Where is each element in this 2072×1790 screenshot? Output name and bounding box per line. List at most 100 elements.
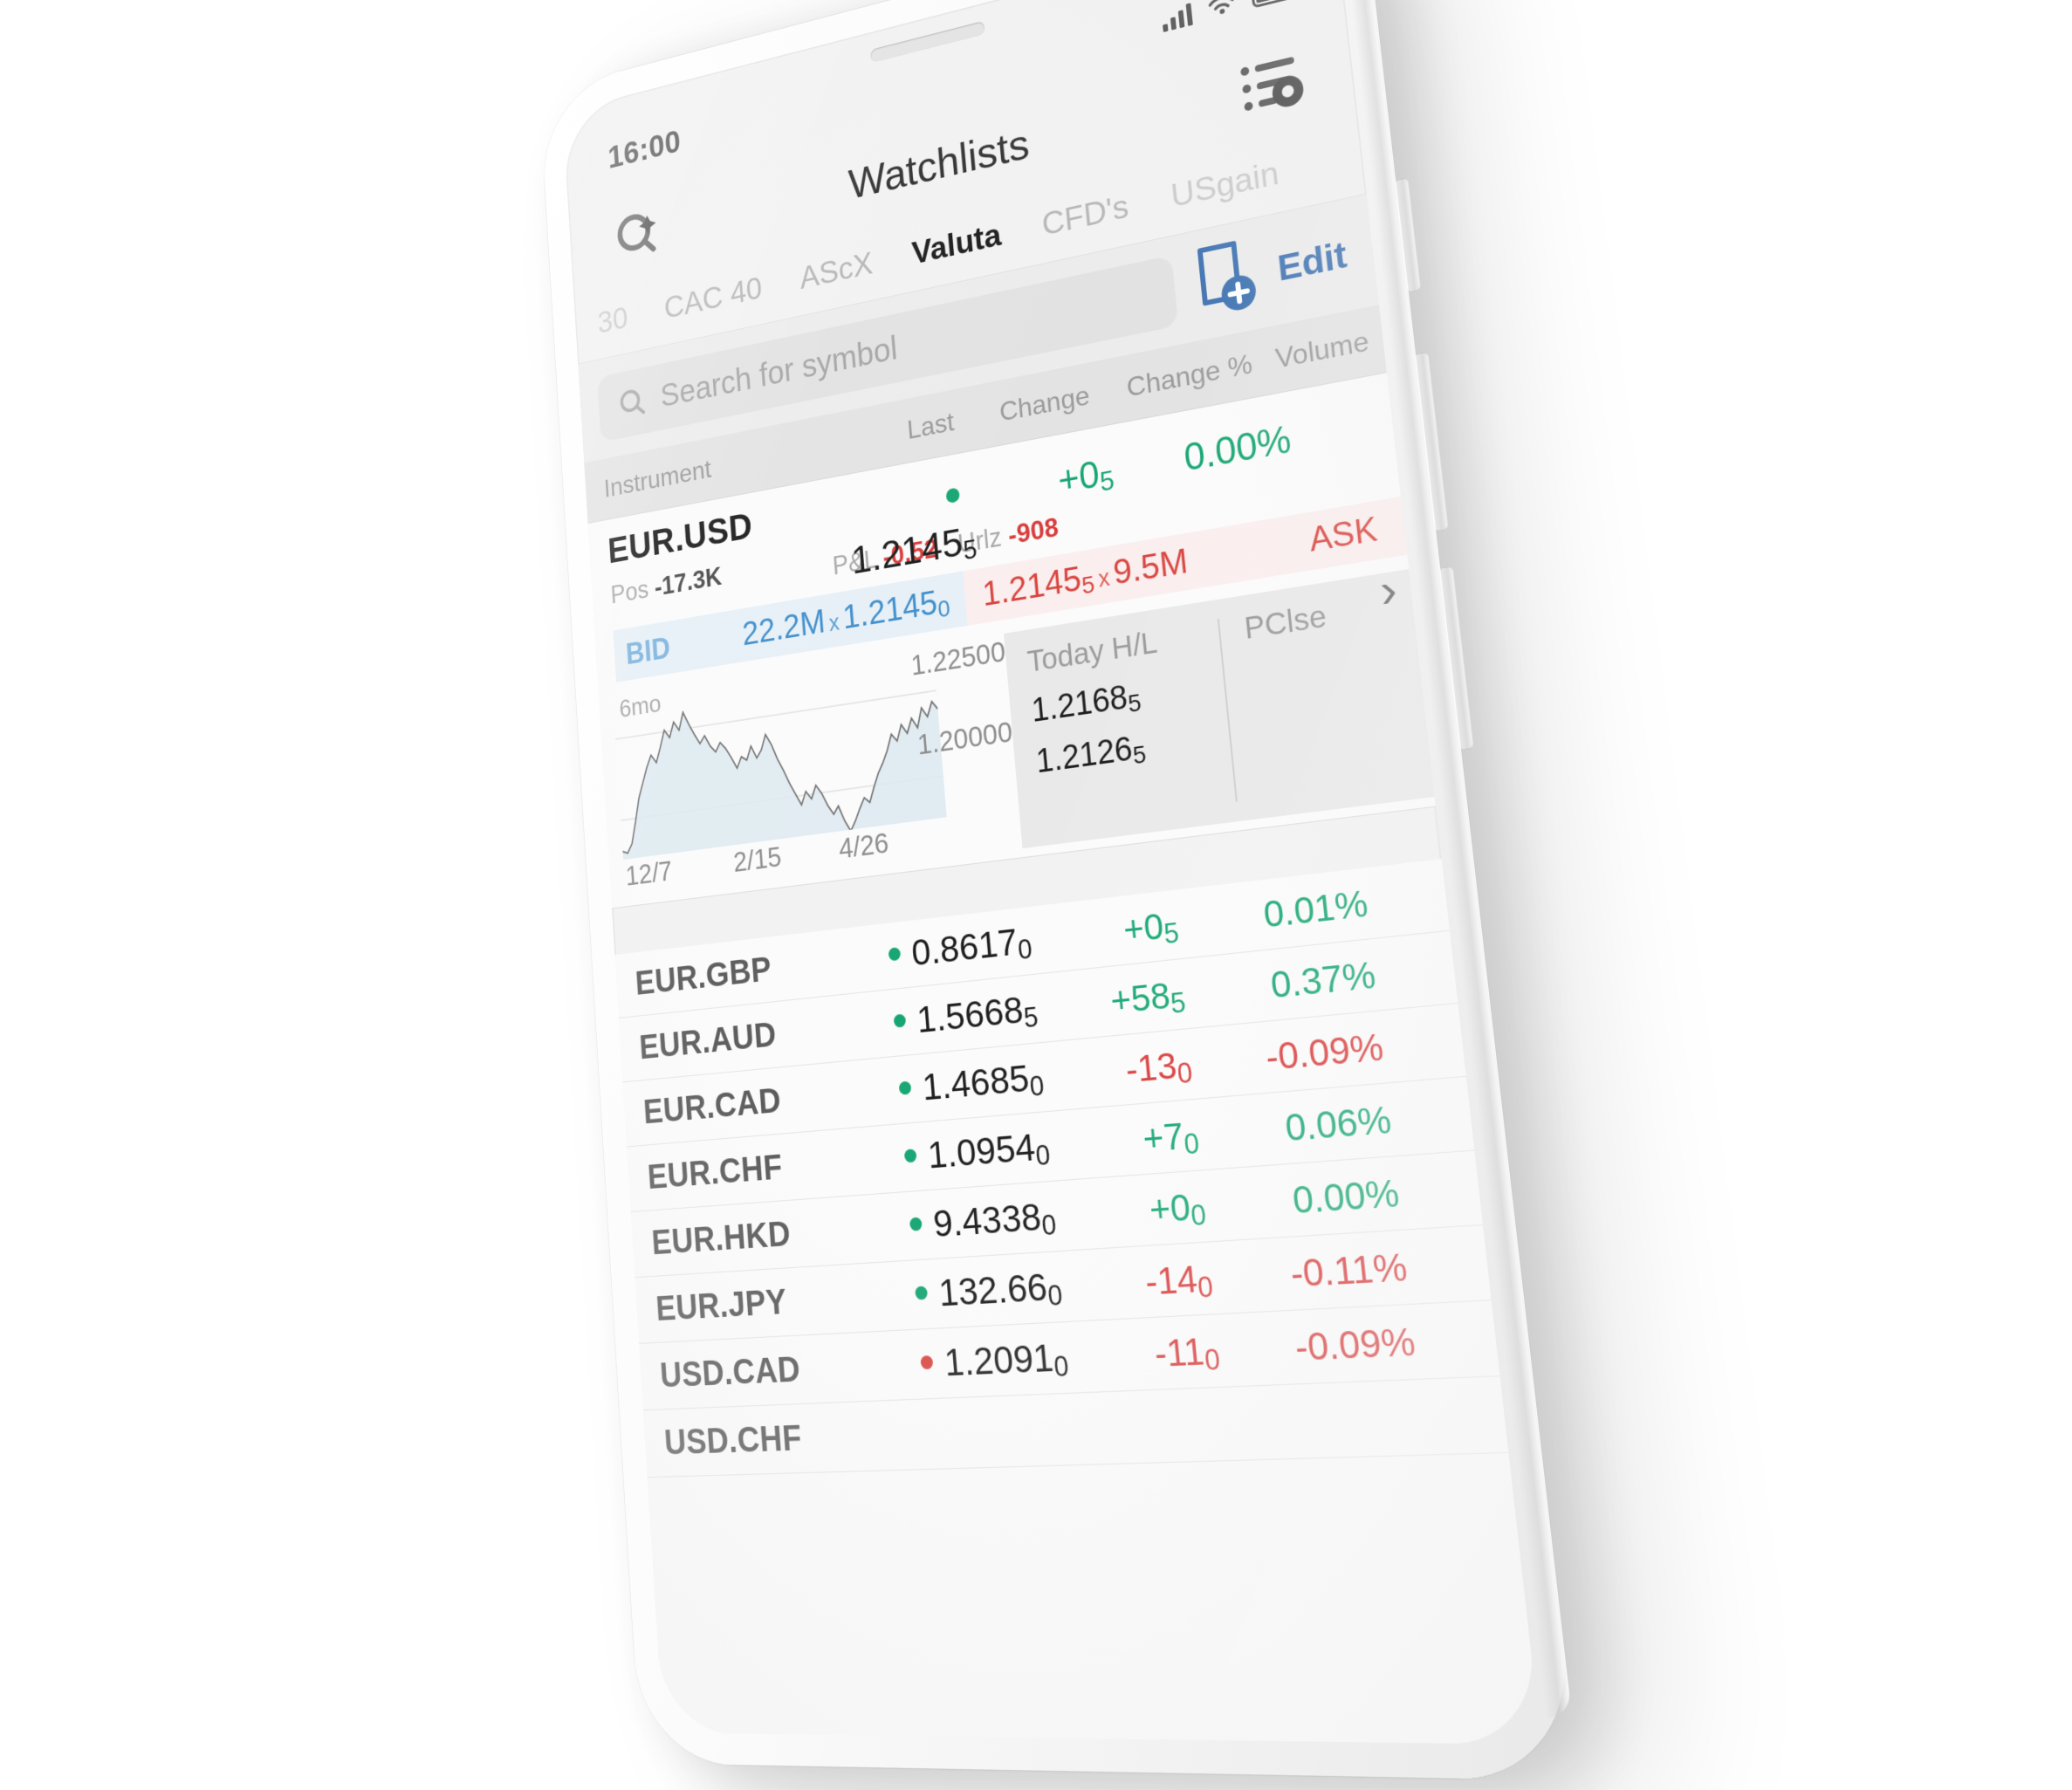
bid-label: BID <box>625 630 671 671</box>
tab-ascx[interactable]: AScX <box>779 241 894 300</box>
mini-chart[interactable]: 6mo 1.22500 1.20000 12/7 2/15 4/26 <box>613 634 1022 898</box>
row-change <box>1074 1423 1226 1429</box>
row-change-sub: 0 <box>1190 1198 1208 1231</box>
row-change-main: +0 <box>1122 905 1165 950</box>
row-volume <box>1376 968 1444 975</box>
column-header-change-pct[interactable]: Change % <box>1088 348 1254 411</box>
watchlist-settings-icon[interactable] <box>1234 44 1311 128</box>
chart-y-tick-1: 1.22500 <box>909 635 1006 682</box>
row-last: 0.86170 <box>858 919 1033 981</box>
row-change: +585 <box>1035 972 1186 1029</box>
row-change: -130 <box>1041 1042 1193 1098</box>
row-last-sub: 0 <box>1028 1069 1045 1101</box>
tab-usgain[interactable]: USgain <box>1148 149 1303 220</box>
today-high-main: 1.2168 <box>1030 679 1129 730</box>
pos-label: Pos <box>610 575 649 609</box>
row-last-sub: 5 <box>1022 1001 1039 1033</box>
chart-x-tick-1: 2/15 <box>732 840 783 878</box>
row-last-main: 0.8617 <box>910 921 1019 974</box>
column-header-change[interactable]: Change <box>953 380 1091 436</box>
scene: 16:00 Watchlists 30 CAC 40 AScX Valuta C… <box>0 0 2072 1554</box>
row-status-dot <box>904 1149 917 1162</box>
ask-price-sub: 5 <box>1081 571 1095 600</box>
ask-multiply-symbol: x <box>1093 564 1115 593</box>
status-icons <box>1161 0 1292 32</box>
row-last-sub: 0 <box>1034 1139 1052 1171</box>
row-last: 1.46850 <box>868 1055 1045 1114</box>
chart-y-axis: 1.22500 1.20000 <box>887 648 1019 823</box>
row-symbol: EUR.AUD <box>638 1006 866 1067</box>
row-status-dot <box>888 947 902 961</box>
row-change-main: -14 <box>1143 1257 1199 1303</box>
instrument-list[interactable]: EUR.GBP 0.86170 +05 0.01% EUR.AUD 1.56685 +585… <box>614 859 1541 1745</box>
expanded-last-price: 1.21455 <box>824 465 978 587</box>
column-header-volume[interactable]: Volume <box>1251 324 1376 380</box>
today-low: 1.21265 <box>1034 717 1231 782</box>
row-volume <box>1399 1188 1470 1192</box>
tab-cac-40[interactable]: CAC 40 <box>645 266 782 331</box>
row-volume <box>1424 1415 1495 1417</box>
pclse-label: PClse <box>1243 580 1451 647</box>
chart-x-tick-0: 12/7 <box>625 855 673 893</box>
row-change-main: +58 <box>1108 974 1171 1021</box>
row-last <box>896 1429 1074 1435</box>
today-low-main: 1.2126 <box>1034 730 1134 780</box>
volume-down-button[interactable] <box>1437 566 1474 751</box>
today-hl-label: Today H/L <box>1026 615 1220 679</box>
row-volume <box>1407 1263 1478 1267</box>
bid-price-sub: 0 <box>937 594 950 622</box>
row-last: 9.43380 <box>879 1194 1058 1250</box>
row-last-main: 132.66 <box>937 1265 1049 1314</box>
row-change-pct: 0.00% <box>1203 1170 1401 1228</box>
tab-valuta[interactable]: Valuta <box>891 212 1024 276</box>
expanded-last-sub: 5 <box>962 534 978 566</box>
today-low-sub: 5 <box>1132 740 1148 769</box>
row-change-main: +0 <box>1148 1185 1192 1231</box>
today-hl-panel: Today H/L 1.21685 1.21265 PClse <box>1004 563 1472 848</box>
volume-up-button[interactable] <box>1413 352 1449 532</box>
row-symbol: USD.CHF <box>663 1415 898 1463</box>
mute-switch-button[interactable] <box>1393 177 1421 293</box>
expanded-change-main: +0 <box>1056 453 1101 502</box>
row-change-sub: 5 <box>1170 986 1187 1019</box>
row-change-sub: 5 <box>1163 916 1180 950</box>
chart-x-tick-2: 4/26 <box>838 826 890 865</box>
row-change-pct: -0.09% <box>1190 1025 1386 1086</box>
ask-price-main: 1.2145 <box>981 560 1083 614</box>
column-header-last[interactable]: Last <box>820 407 956 463</box>
row-symbol: EUR.CHF <box>647 1140 877 1197</box>
row-status-dot <box>899 1080 912 1094</box>
ask-label: ASK <box>1307 511 1379 559</box>
row-change: +70 <box>1047 1113 1200 1168</box>
chart-y-tick-0: 1.20000 <box>916 716 1014 762</box>
bid-price-main: 1.2145 <box>841 584 938 636</box>
row-change-sub: 0 <box>1197 1270 1215 1304</box>
row-status-dot <box>909 1217 923 1231</box>
row-last: 1.56685 <box>863 987 1039 1047</box>
row-volume <box>1368 895 1437 903</box>
today-high-sub: 5 <box>1127 689 1142 717</box>
row-change-pct: -0.09% <box>1217 1319 1417 1373</box>
edit-button[interactable]: Edit <box>1276 233 1356 290</box>
expanded-change: +05 <box>970 439 1115 518</box>
panel-divider <box>1218 619 1238 802</box>
tab-cfds[interactable]: CFD's <box>1019 183 1151 248</box>
pclse-value <box>1248 630 1453 661</box>
smart-search-icon[interactable] <box>608 196 669 272</box>
row-last-main: 1.2091 <box>943 1335 1055 1384</box>
row-status-dot <box>894 1013 907 1027</box>
row-symbol: USD.CAD <box>659 1345 893 1396</box>
tab-30[interactable]: 30 <box>579 297 647 345</box>
row-symbol: EUR.CAD <box>642 1073 872 1131</box>
row-change-pct: 0.37% <box>1183 953 1378 1015</box>
row-symbol: EUR.HKD <box>650 1208 882 1263</box>
row-change-pct: 0.06% <box>1197 1097 1394 1156</box>
search-icon <box>617 384 647 421</box>
chevron-right-icon[interactable]: › <box>1377 561 1400 620</box>
add-page-icon[interactable] <box>1189 234 1263 326</box>
row-last-main: 1.0954 <box>926 1125 1037 1176</box>
row-status-dot <box>915 1286 928 1300</box>
bid-size: 22.2M <box>741 603 827 653</box>
row-symbol: EUR.GBP <box>635 940 861 1003</box>
today-hl-column: Today H/L 1.21685 1.21265 <box>1026 615 1236 830</box>
